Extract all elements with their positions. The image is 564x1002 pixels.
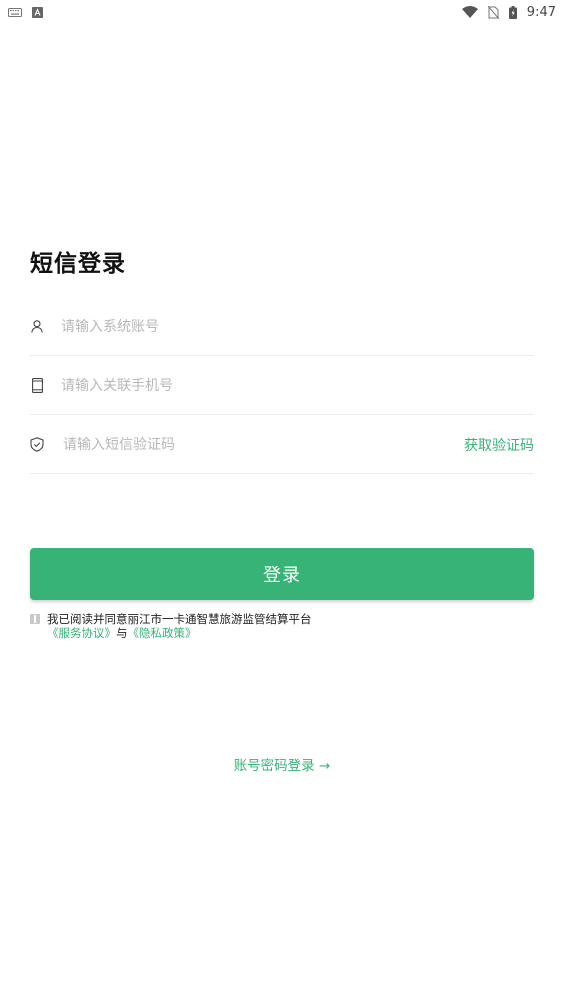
privacy-policy-link[interactable]: 《隐私政策》 xyxy=(128,626,197,640)
status-left xyxy=(8,6,43,18)
account-field-row xyxy=(30,298,534,356)
account-input[interactable] xyxy=(61,314,534,339)
agreement-and-text: 与 xyxy=(116,626,128,640)
a-badge-icon xyxy=(32,6,43,18)
code-field-row: 获取验证码 xyxy=(30,416,534,474)
shield-icon xyxy=(30,437,44,453)
page-title: 短信登录 xyxy=(30,251,126,277)
phone-input[interactable] xyxy=(61,373,534,398)
login-button[interactable]: 登录 xyxy=(30,548,534,600)
agreement-checkbox[interactable] xyxy=(30,614,40,624)
agreement-text: 我已阅读并同意丽江市一卡通智慧旅游监管结算平台 xyxy=(47,612,312,626)
sms-code-input[interactable] xyxy=(63,432,464,457)
keyboard-icon xyxy=(8,7,22,17)
phone-icon xyxy=(30,378,44,394)
phone-field-row xyxy=(30,357,534,415)
user-icon xyxy=(30,319,44,335)
password-login-link[interactable]: 账号密码登录 → xyxy=(0,754,564,774)
no-sim-icon xyxy=(487,5,499,19)
status-bar: 9:47 xyxy=(0,0,564,24)
battery-icon xyxy=(508,5,517,19)
service-agreement-link[interactable]: 《服务协议》 xyxy=(47,626,116,640)
agreement-links: 《服务协议》与《隐私政策》 xyxy=(47,626,197,640)
wifi-icon xyxy=(461,6,478,18)
status-right: 9:47 xyxy=(461,4,556,20)
status-time: 9:47 xyxy=(526,4,556,20)
get-code-button[interactable]: 获取验证码 xyxy=(464,435,534,455)
